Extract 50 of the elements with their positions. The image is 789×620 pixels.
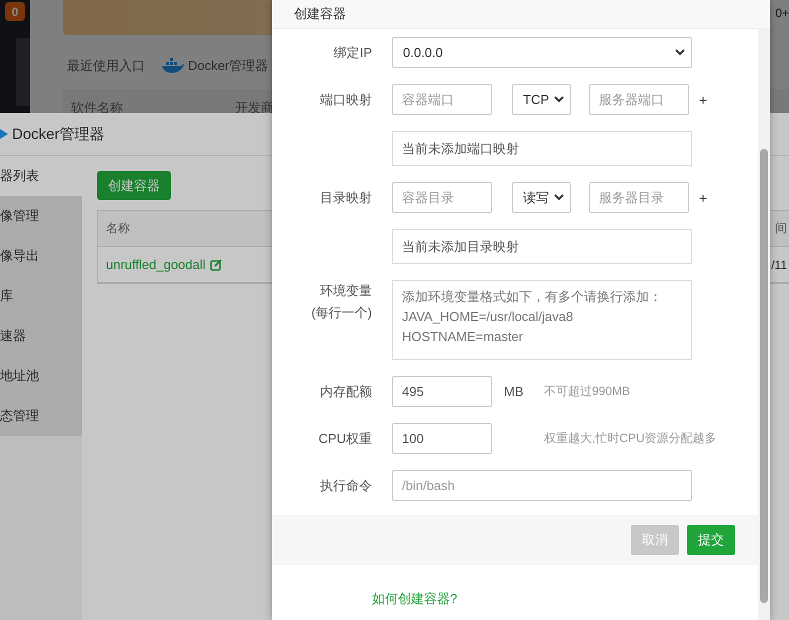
section-label: 最近使用入口 [67, 57, 145, 75]
field-label: 环境变量 (每行一个) [310, 282, 372, 322]
menu-item[interactable]: 器列表 [0, 156, 82, 196]
top-text: 0+ [775, 6, 789, 20]
mapping-list: 当前未添加端口映射 [392, 131, 692, 166]
column-header: 软件名称 [71, 99, 123, 117]
ip-select[interactable]: 0.0.0.0 [392, 37, 692, 68]
input-field[interactable]: 容器端口 [392, 84, 492, 115]
env-textarea[interactable]: 添加环境变量格式如下，有多个请换行添加： JAVA_HOME=/usr/local/java8 HOSTNAME=master [392, 280, 692, 360]
menu-item[interactable]: 地址池 [0, 356, 82, 396]
menu-item[interactable]: 库 [0, 276, 82, 316]
whale-icon [161, 58, 185, 74]
window-title: Docker管理器 [12, 124, 105, 144]
column-header: 名称 [106, 220, 130, 237]
input-field[interactable]: /bin/bash [392, 470, 692, 501]
chevron-down-icon [554, 194, 564, 201]
field-label: 端口映射 [319, 90, 372, 108]
scrollbar[interactable] [758, 29, 770, 620]
input-field[interactable]: 100 [392, 423, 492, 454]
arrow-icon [0, 129, 8, 139]
table-cell: /11 [771, 258, 787, 272]
menu-item[interactable]: 态管理 [0, 396, 82, 436]
input-field[interactable]: 服务器目录 [589, 182, 689, 213]
field-label: 绑定IP [332, 44, 372, 62]
field-label: 内存配额 [319, 382, 372, 400]
field-label: 执行命令 [319, 476, 372, 494]
mode-select[interactable]: TCP [512, 84, 571, 115]
unit-label: MB [504, 384, 524, 399]
notification-badge: 0 [5, 2, 25, 21]
chevron-down-icon [675, 49, 685, 56]
chevron-down-icon [554, 96, 564, 103]
scrollbar [16, 38, 30, 106]
input-field[interactable]: 容器目录 [392, 182, 492, 213]
add-button[interactable]: + [699, 190, 708, 206]
column-header: 间 [775, 220, 787, 237]
field-label: 目录映射 [319, 188, 372, 206]
menu-item[interactable]: 速器 [0, 316, 82, 356]
hint-text: 不可超过990MB [544, 383, 630, 400]
input-field[interactable]: 服务器端口 [589, 84, 689, 115]
field-label: CPU权重 [318, 430, 372, 448]
menu-item[interactable]: 像导出 [0, 236, 82, 276]
mode-select[interactable]: 读写 [512, 182, 571, 213]
input-field[interactable]: 495 [392, 376, 492, 407]
app-shortcut[interactable]: Docker管理器 [161, 57, 268, 75]
menu-item[interactable]: 像管理 [0, 196, 82, 236]
hint-text: 权重越大,忙时CPU资源分配越多 [544, 430, 717, 447]
dialog-title: 创建容器 [294, 5, 346, 23]
add-button[interactable]: + [699, 92, 708, 108]
mapping-list: 当前未添加目录映射 [392, 229, 692, 264]
edit-icon [210, 258, 222, 270]
